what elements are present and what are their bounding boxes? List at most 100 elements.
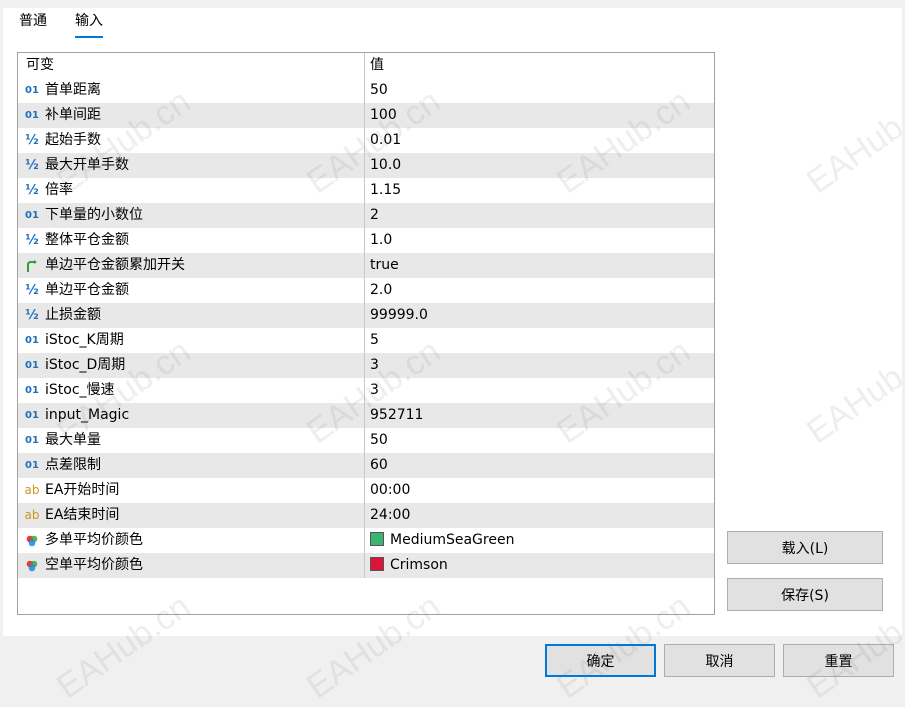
parameter-name: ab EA开始时间 — [18, 478, 365, 503]
parameter-name: ½ 起始手数 — [18, 128, 365, 153]
table-row[interactable]: ab EA结束时间 24:00 — [18, 503, 714, 528]
integer-type-icon: 01 — [25, 435, 39, 446]
parameter-name-text: 整体平仓金额 — [45, 232, 129, 248]
load-button[interactable]: 载入(L) — [727, 531, 883, 564]
parameter-value[interactable]: 5 — [366, 328, 712, 353]
parameter-value[interactable]: 952711 — [366, 403, 712, 428]
parameter-name-text: 单边平仓金额 — [45, 282, 129, 298]
table-row[interactable]: ½ 止损金额 99999.0 — [18, 303, 714, 328]
parameter-value-text: 60 — [370, 457, 388, 473]
tab-general[interactable]: 普通 — [19, 10, 47, 36]
tab-inputs[interactable]: 输入 — [75, 10, 103, 38]
table-row[interactable]: ½ 单边平仓金额 2.0 — [18, 278, 714, 303]
parameter-name: 01 补单间距 — [18, 103, 365, 128]
parameter-value[interactable]: 24:00 — [366, 503, 712, 528]
parameter-value[interactable]: 50 — [366, 428, 712, 453]
parameter-value[interactable]: 2 — [366, 203, 712, 228]
double-type-icon: ½ — [25, 133, 39, 148]
table-row[interactable]: 01 下单量的小数位 2 — [18, 203, 714, 228]
parameter-value-text: 1.15 — [370, 182, 402, 198]
parameter-value[interactable]: 3 — [366, 353, 712, 378]
parameter-name-text: 止损金额 — [45, 307, 101, 323]
parameter-name-text: 下单量的小数位 — [45, 207, 143, 223]
color-swatch — [370, 557, 384, 571]
parameter-value[interactable]: 1.0 — [366, 228, 712, 253]
table-row[interactable]: 空单平均价颜色 Crimson — [18, 553, 714, 578]
parameter-value[interactable]: 3 — [366, 378, 712, 403]
table-row[interactable]: 01 input_Magic 952711 — [18, 403, 714, 428]
column-header-variable[interactable]: 可变 — [18, 53, 365, 78]
parameter-value-text: 50 — [370, 432, 388, 448]
string-type-icon: ab — [24, 508, 40, 522]
table-row[interactable]: 01 补单间距 100 — [18, 103, 714, 128]
parameter-value-text: 1.0 — [370, 232, 393, 248]
table-row[interactable]: ½ 倍率 1.15 — [18, 178, 714, 203]
parameter-value-text: 100 — [370, 107, 397, 123]
parameter-value-text: 2.0 — [370, 282, 393, 298]
table-row[interactable]: ab EA开始时间 00:00 — [18, 478, 714, 503]
parameter-value-text: 99999.0 — [370, 307, 428, 323]
table-row[interactable]: 单边平仓金额累加开关 true — [18, 253, 714, 278]
parameter-value[interactable]: 2.0 — [366, 278, 712, 303]
parameter-value[interactable]: 0.01 — [366, 128, 712, 153]
parameter-name: 01 iStoc_慢速 — [18, 378, 365, 403]
parameter-name-text: 起始手数 — [45, 132, 101, 148]
parameter-value[interactable]: Crimson — [366, 553, 712, 578]
parameter-value[interactable]: 50 — [366, 78, 712, 103]
parameter-value[interactable]: 60 — [366, 453, 712, 478]
parameter-name-text: EA开始时间 — [45, 482, 120, 498]
integer-type-icon: 01 — [25, 460, 39, 471]
table-row[interactable]: 01 iStoc_慢速 3 — [18, 378, 714, 403]
parameter-name-text: input_Magic — [45, 407, 130, 423]
table-row[interactable]: ½ 整体平仓金额 1.0 — [18, 228, 714, 253]
parameter-value-text: 3 — [370, 382, 379, 398]
parameter-name: ½ 倍率 — [18, 178, 365, 203]
table-row[interactable]: 多单平均价颜色 MediumSeaGreen — [18, 528, 714, 553]
double-type-icon: ½ — [25, 233, 39, 248]
parameter-value-text: 2 — [370, 207, 379, 223]
table-row[interactable]: ½ 起始手数 0.01 — [18, 128, 714, 153]
parameter-name-text: 补单间距 — [45, 107, 101, 123]
color-type-icon — [23, 553, 41, 578]
parameter-value-text: Crimson — [390, 557, 448, 573]
color-swatch — [370, 532, 384, 546]
parameter-value[interactable]: 100 — [366, 103, 712, 128]
parameter-name-text: 倍率 — [45, 182, 73, 198]
table-row[interactable]: ½ 最大开单手数 10.0 — [18, 153, 714, 178]
parameter-value[interactable]: MediumSeaGreen — [366, 528, 712, 553]
parameter-value[interactable]: 99999.0 — [366, 303, 712, 328]
parameter-value[interactable]: 00:00 — [366, 478, 712, 503]
parameter-name-text: 最大开单手数 — [45, 157, 129, 173]
boolean-type-icon — [23, 253, 41, 278]
table-row[interactable]: 01 iStoc_K周期 5 — [18, 328, 714, 353]
parameter-name-text: 空单平均价颜色 — [45, 557, 143, 573]
table-row[interactable]: 01 点差限制 60 — [18, 453, 714, 478]
double-type-icon: ½ — [25, 283, 39, 298]
parameter-name-text: 单边平仓金额累加开关 — [45, 257, 185, 273]
parameter-value-text: 3 — [370, 357, 379, 373]
ok-button[interactable]: 确定 — [545, 644, 656, 677]
table-row[interactable]: 01 iStoc_D周期 3 — [18, 353, 714, 378]
parameter-value[interactable]: 1.15 — [366, 178, 712, 203]
parameter-value-text: 952711 — [370, 407, 424, 423]
integer-type-icon: 01 — [25, 335, 39, 346]
table-row[interactable]: 01 最大单量 50 — [18, 428, 714, 453]
parameter-value-text: 50 — [370, 82, 388, 98]
table-row[interactable]: 01 首单距离 50 — [18, 78, 714, 103]
parameter-name: 空单平均价颜色 — [18, 553, 365, 578]
parameter-value-text: MediumSeaGreen — [390, 532, 515, 548]
reset-button[interactable]: 重置 — [783, 644, 894, 677]
parameter-value-text: 5 — [370, 332, 379, 348]
cancel-button[interactable]: 取消 — [664, 644, 775, 677]
parameter-name-text: iStoc_D周期 — [45, 357, 126, 373]
integer-type-icon: 01 — [25, 360, 39, 371]
parameter-value[interactable]: 10.0 — [366, 153, 712, 178]
parameter-value[interactable]: true — [366, 253, 712, 278]
save-button[interactable]: 保存(S) — [727, 578, 883, 611]
column-header-value[interactable]: 值 — [366, 53, 712, 78]
parameter-name: 01 iStoc_K周期 — [18, 328, 365, 353]
parameter-name-text: 首单距离 — [45, 82, 101, 98]
parameter-name: 01 下单量的小数位 — [18, 203, 365, 228]
integer-type-icon: 01 — [25, 85, 39, 96]
parameter-name: 01 最大单量 — [18, 428, 365, 453]
